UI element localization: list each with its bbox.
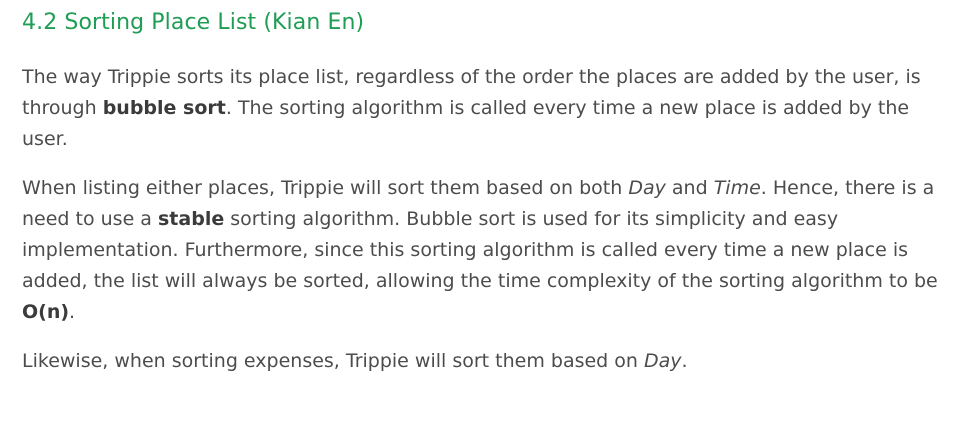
- p2-italic-time: Time: [713, 177, 761, 199]
- p3-text-1: Likewise, when sorting expenses, Trippie…: [22, 350, 644, 372]
- p1-bold-bubble-sort: bubble sort: [102, 97, 226, 119]
- p2-text-1: When listing either places, Trippie will…: [22, 177, 629, 199]
- p2-bold-complexity: O(n): [22, 301, 70, 323]
- paragraph-bubble-sort: The way Trippie sorts its place list, re…: [22, 62, 947, 155]
- document-section: 4.2 Sorting Place List (Kian En) The way…: [0, 0, 947, 377]
- p3-text-2: .: [681, 350, 688, 372]
- p3-italic-day: Day: [643, 350, 682, 372]
- p2-text-5: .: [69, 301, 76, 323]
- paragraph-expenses: Likewise, when sorting expenses, Trippie…: [22, 346, 947, 377]
- p2-italic-day: Day: [628, 177, 666, 199]
- p2-bold-stable: stable: [158, 208, 225, 230]
- section-heading: 4.2 Sorting Place List (Kian En): [22, 10, 365, 35]
- paragraph-stable-sort: When listing either places, Trippie will…: [22, 173, 947, 328]
- p2-text-2: and: [665, 177, 714, 199]
